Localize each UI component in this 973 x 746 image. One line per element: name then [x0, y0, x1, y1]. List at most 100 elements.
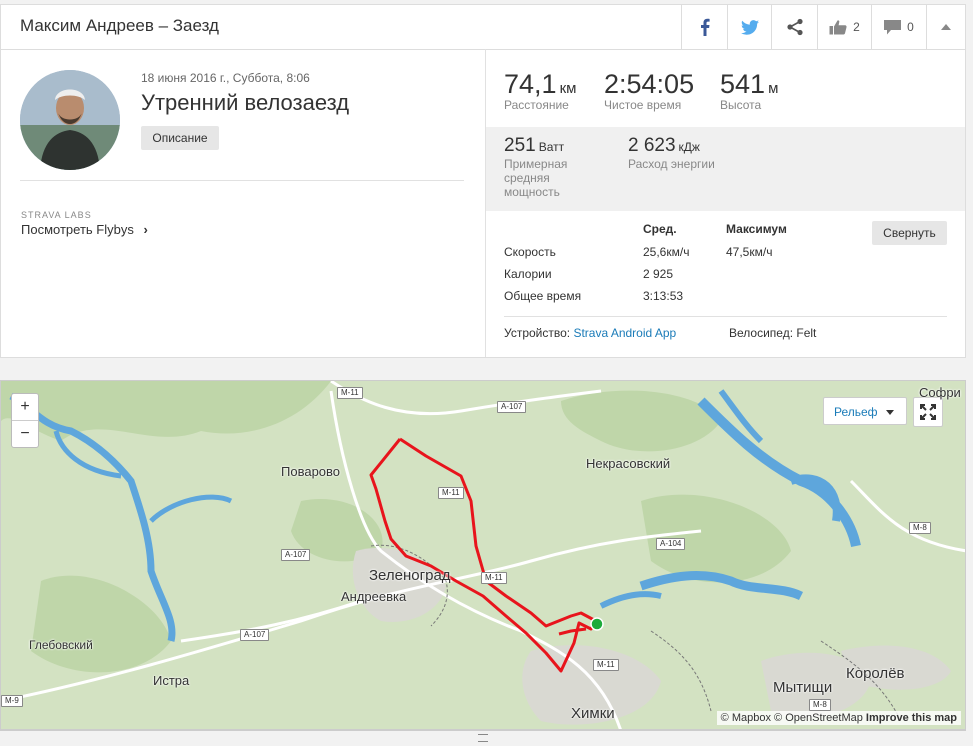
map-layer-dropdown[interactable]: Рельеф	[823, 397, 907, 425]
mapbox-attribution[interactable]: © Mapbox	[721, 712, 771, 724]
comments-count: 0	[907, 20, 914, 34]
distance-label: Расстояние	[504, 98, 569, 112]
road-shield: A-107	[240, 629, 270, 641]
row-speed-avg: 25,6км/ч	[643, 245, 690, 259]
place-label: Поварово	[281, 464, 341, 479]
facebook-icon	[700, 18, 710, 36]
osm-attribution[interactable]: © OpenStreetMap	[774, 712, 863, 724]
collapse-button[interactable]: Свернуть	[872, 221, 947, 245]
zoom-in-button[interactable]: +	[12, 394, 38, 420]
zoom-control: + −	[11, 393, 39, 448]
stat-distance: 74,1 км Расстояние	[504, 69, 576, 112]
share-button[interactable]	[771, 5, 817, 49]
place-label: Некрасовский	[586, 456, 671, 471]
energy-label: Расход энергии	[628, 157, 715, 171]
device-info: Устройство: Strava Android App	[504, 326, 676, 340]
description-button[interactable]: Описание	[141, 126, 219, 150]
improve-map-link[interactable]: Improve this map	[866, 712, 957, 724]
row-speed-label: Скорость	[504, 245, 556, 259]
row-calories-label: Калории	[504, 267, 552, 281]
page-title: Максим Андреев – Заезд	[20, 16, 219, 35]
place-label: Софри	[919, 385, 961, 400]
start-marker	[590, 617, 604, 631]
bike-value: Felt	[796, 326, 817, 340]
place-label: Истра	[153, 673, 190, 688]
road-shield: M-8	[809, 699, 831, 711]
caret-down-icon	[886, 410, 894, 415]
road-shield: M-11	[438, 487, 464, 499]
power-unit: Ватт	[538, 140, 565, 154]
header-bar: Максим Андреев – Заезд 2 0	[1, 5, 965, 50]
moving-time-label: Чистое время	[604, 98, 682, 112]
place-label: Андреевка	[341, 589, 407, 604]
stat-moving-time: 2:54:05 Чистое время	[604, 69, 694, 112]
place-label: Зеленоград	[369, 567, 451, 584]
road-shield: M-11	[481, 572, 507, 584]
road-shield: A-104	[656, 538, 686, 550]
fullscreen-icon	[920, 404, 936, 420]
row-elapsed-avg: 3:13:53	[643, 289, 684, 303]
flyby-link[interactable]: Посмотреть Flybys ›	[21, 222, 148, 237]
activity-summary: 18 июня 2016 г., Суббота, 8:06 Утренний …	[1, 49, 485, 357]
strava-labs-label: STRAVA LABS	[21, 210, 92, 220]
road-shield: A-107	[497, 401, 527, 413]
row-speed-max: 47,5км/ч	[726, 245, 773, 259]
collapse-header-button[interactable]	[926, 5, 965, 49]
zoom-out-button[interactable]: −	[12, 420, 38, 447]
place-label: Глебовский	[29, 638, 93, 652]
divider	[504, 316, 947, 317]
activity-title: Утренний велозаезд	[141, 90, 350, 115]
activity-date: 18 июня 2016 г., Суббота, 8:06	[141, 71, 310, 85]
kudos-button[interactable]: 2	[817, 5, 871, 49]
chevron-up-icon	[941, 24, 951, 30]
power-label: Примерная средняя мощность	[504, 157, 568, 199]
athlete-photo	[20, 70, 120, 170]
road-shield: M-11	[337, 387, 363, 399]
bike-label: Велосипед:	[729, 326, 794, 340]
moving-time-value: 2:54:05	[604, 69, 695, 99]
divider	[20, 180, 464, 181]
row-calories-avg: 2 925	[643, 267, 674, 281]
comments-button[interactable]: 0	[871, 5, 926, 49]
elevation-label: Высота	[720, 98, 762, 112]
distance-value: 74,1	[504, 69, 557, 99]
route-track	[369, 437, 604, 673]
column-header-max: Максимум	[726, 222, 787, 236]
device-link[interactable]: Strava Android App	[573, 326, 676, 340]
stat-energy: 2 623 кДж Расход энергии	[628, 135, 748, 171]
place-label: Королёв	[846, 665, 905, 682]
grip-icon	[478, 734, 488, 742]
avatar[interactable]	[20, 70, 120, 170]
route-map[interactable]: + − Рельеф Поварово Некрасовский Зеленог…	[0, 380, 966, 730]
road-shield: M-11	[593, 659, 619, 671]
column-header-avg: Сред.	[643, 222, 677, 236]
flyby-link-label: Посмотреть Flybys	[21, 222, 134, 237]
road-shield: M-8	[909, 522, 931, 534]
comment-icon	[884, 19, 902, 34]
map-resize-handle[interactable]	[0, 730, 966, 743]
activity-card: Максим Андреев – Заезд 2 0 18 июня 2016 …	[0, 4, 966, 358]
road-shield: A-107	[281, 549, 311, 561]
map-layer-value: Рельеф	[834, 405, 878, 419]
activity-stats: 74,1 км Расстояние 2:54:05 Чистое время 5…	[486, 49, 965, 357]
road-shield: M-9	[1, 695, 23, 707]
facebook-share-button[interactable]	[681, 5, 727, 49]
bike-info: Велосипед: Felt	[729, 326, 816, 340]
elevation-value: 541	[720, 69, 766, 99]
thumbs-up-icon	[829, 20, 847, 35]
fullscreen-button[interactable]	[913, 397, 943, 427]
route-line	[369, 437, 598, 673]
energy-unit: кДж	[678, 140, 700, 154]
energy-value: 2 623	[628, 135, 676, 156]
device-label: Устройство:	[504, 326, 571, 340]
elevation-unit: м	[768, 80, 779, 97]
place-label: Химки	[571, 705, 615, 722]
twitter-share-button[interactable]	[727, 5, 771, 49]
secondary-stats-panel: 251 Ватт Примерная средняя мощность 2 623…	[486, 127, 965, 211]
twitter-icon	[740, 19, 759, 35]
chevron-right-icon: ›	[143, 222, 148, 237]
kudos-count: 2	[853, 20, 860, 34]
place-label: Мытищи	[773, 679, 833, 696]
row-elapsed-label: Общее время	[504, 289, 582, 303]
distance-unit: км	[559, 80, 577, 97]
